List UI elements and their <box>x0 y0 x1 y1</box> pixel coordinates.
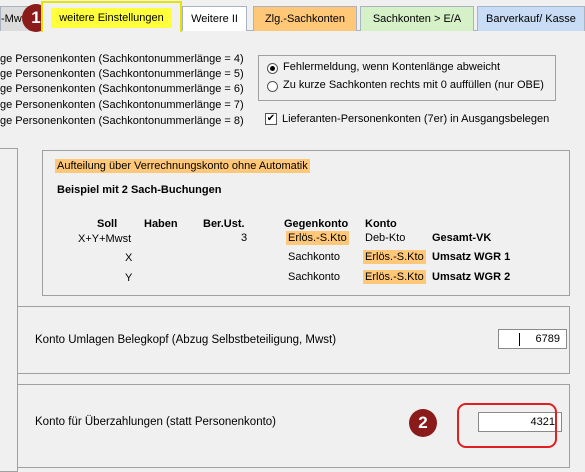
row1-description: Gesamt-VK <box>432 232 492 244</box>
error-message-label: Fehlermeldung, wenn Kontenlänge abweicht <box>283 61 501 73</box>
account-length-label: ge Personenkonten (Sachkontonummerlänge … <box>0 53 244 65</box>
left-frame <box>0 148 18 472</box>
zero-fill-radio[interactable] <box>267 81 278 92</box>
account-length-label: ge Personenkonten (Sachkontonummerlänge … <box>0 99 244 111</box>
row3-konto: Erlös.-S.Kto <box>363 270 426 284</box>
row2-soll: X <box>125 252 133 264</box>
example-subheading: Beispiel mit 2 Sach-Buchungen <box>57 184 222 196</box>
account-length-label: ge Personenkonten (Sachkontonummerlänge … <box>0 68 244 80</box>
ueberzahlung-label: Konto für Überzahlungen (statt Personenk… <box>35 416 277 428</box>
zero-fill-label: Zu kurze Sachkonten rechts mit 0 auffüll… <box>283 79 544 91</box>
text-caret <box>519 333 520 346</box>
step-badge-1-label: 1 <box>31 8 41 27</box>
tab-weitere-einstellungen-label: weitere Einstellungen <box>59 12 164 24</box>
row2-gegenkonto: Sachkonto <box>288 251 340 263</box>
tab-sachkonten-ea-label: Sachkonten > E/A <box>372 13 462 25</box>
tab-weitere-2[interactable]: Weitere II <box>182 6 247 31</box>
col-header-konto: Konto <box>365 218 397 230</box>
supplier-accounts-label: Lieferanten-Personenkonten (7er) in Ausg… <box>282 113 550 125</box>
tab-sachkonten-ea[interactable]: Sachkonten > E/A <box>360 6 474 31</box>
tab-zlg-sachkonten-label: Zlg.-Sachkonten <box>264 13 346 25</box>
step-badge-2-label: 2 <box>418 413 428 432</box>
tab-barverkauf-kasse[interactable]: Barverkauf/ Kasse <box>477 6 585 31</box>
example-heading: Aufteilung über Verrechnungskonto ohne A… <box>55 159 310 173</box>
account-length-label: ge Personenkonten (Sachkontonummerlänge … <box>0 83 244 95</box>
row1-gegenkonto: Erlös.-S.Kto <box>286 231 349 245</box>
row1-berust: 3 <box>241 232 248 244</box>
account-length-label: ge Personenkonten (Sachkontonummerlänge … <box>0 115 244 127</box>
supplier-accounts-checkbox[interactable]: ✔ <box>265 113 277 125</box>
callout-highlight <box>457 403 557 448</box>
row3-soll: Y <box>125 272 133 284</box>
umlagen-frame: Konto Umlagen Belegkopf (Abzug Selbstbet… <box>17 306 570 374</box>
row3-description: Umsatz WGR 2 <box>432 271 511 283</box>
row1-soll: X+Y+Mwst <box>78 233 132 245</box>
account-length-option[interactable]: ge Personenkonten (Sachkontonummerlänge … <box>0 83 244 95</box>
account-length-option[interactable]: ge Personenkonten (Sachkontonummerlänge … <box>0 115 244 127</box>
row1-konto: Deb-Kto <box>365 232 406 244</box>
row3-gegenkonto: Sachkonto <box>288 271 340 283</box>
length-mismatch-options: Fehlermeldung, wenn Kontenlänge abweicht… <box>258 55 556 101</box>
tab-weitere-2-label: Weitere II <box>191 13 238 25</box>
example-frame: Aufteilung über Verrechnungskonto ohne A… <box>42 150 570 296</box>
tab-bar: -Mwst weitere Einstellungen Weitere II Z… <box>0 0 585 34</box>
col-header-haben: Haben <box>144 218 178 230</box>
row2-konto: Erlös.-S.Kto <box>363 250 426 264</box>
error-message-radio[interactable] <box>267 63 278 74</box>
col-header-soll: Soll <box>97 218 118 230</box>
row2-description: Umsatz WGR 1 <box>432 251 511 263</box>
tab-barverkauf-kasse-label: Barverkauf/ Kasse <box>486 13 576 25</box>
account-length-option[interactable]: ge Personenkonten (Sachkontonummerlänge … <box>0 68 244 80</box>
col-header-gegenkonto: Gegenkonto <box>284 218 349 230</box>
account-length-option[interactable]: ge Personenkonten (Sachkontonummerlänge … <box>0 99 244 111</box>
account-length-panel: ge Personenkonten (Sachkontonummerlänge … <box>0 38 585 142</box>
umlagen-account-value: 6789 <box>535 333 560 345</box>
step-badge-2: 2 <box>409 409 437 437</box>
umlagen-account-input[interactable]: 6789 <box>498 329 567 349</box>
tab-weitere-einstellungen[interactable]: weitere Einstellungen <box>41 1 182 32</box>
col-header-berust: Ber.Ust. <box>203 218 245 230</box>
account-length-option[interactable]: ge Personenkonten (Sachkontonummerlänge … <box>0 53 244 65</box>
umlagen-label: Konto Umlagen Belegkopf (Abzug Selbstbet… <box>35 334 337 346</box>
tab-zlg-sachkonten[interactable]: Zlg.-Sachkonten <box>253 6 357 31</box>
